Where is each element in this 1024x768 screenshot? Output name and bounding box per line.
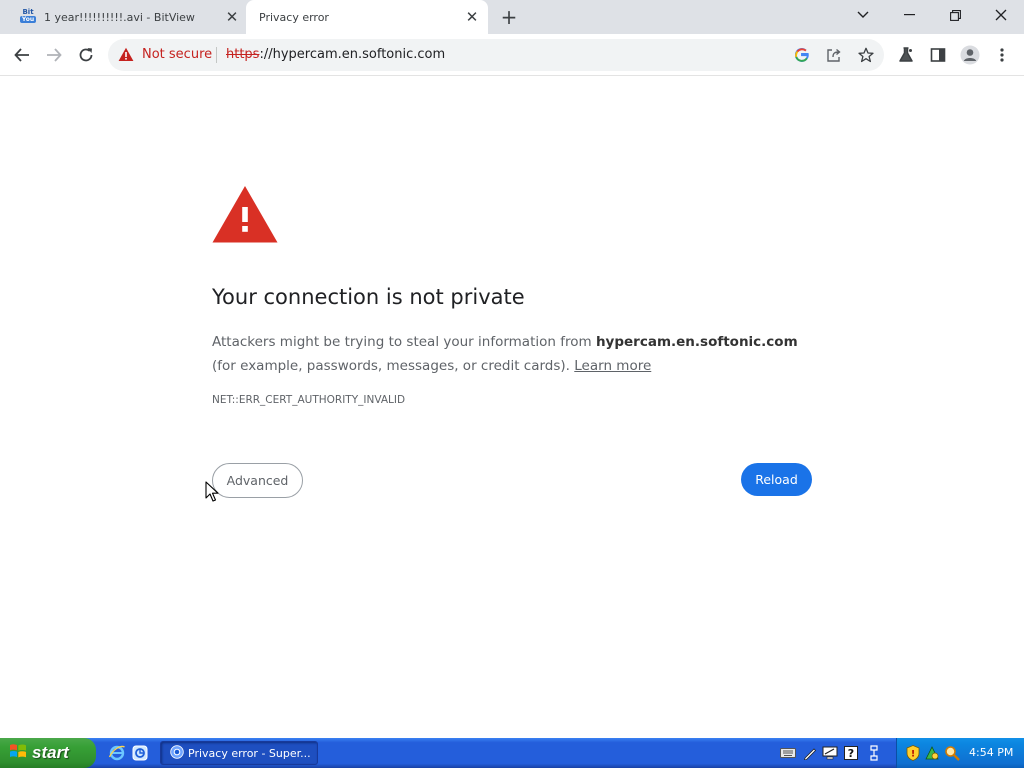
reload-icon[interactable] [72,41,100,69]
favicon-text: Bit [22,8,34,16]
learn-more-link[interactable]: Learn more [574,358,651,374]
error-description: Attackers might be trying to steal your … [212,330,812,378]
network-icon[interactable] [866,745,882,761]
security-shield-icon[interactable]: ! [905,745,921,761]
kebab-menu-icon[interactable] [991,44,1013,66]
help-icon[interactable]: ? [843,745,859,761]
favicon-badge: You [20,16,36,23]
close-icon[interactable]: ✕ [222,7,242,27]
page-title: Your connection is not private [212,285,525,309]
forward-button[interactable] [40,41,68,69]
url-host: ://hypercam.en.softonic.com [259,47,446,62]
start-label: start [32,743,69,762]
chrome-icon [170,744,184,762]
google-icon[interactable] [792,45,812,65]
browser-toolbar: Not secure https://hypercam.en.softonic.… [0,34,1024,76]
display-settings-icon[interactable] [822,745,838,761]
security-status-label[interactable]: Not secure [142,47,212,62]
tab-strip: Bit You 1 year!!!!!!!!!!.avi - BitView ✕… [0,0,1024,34]
antivirus-icon[interactable] [924,745,940,761]
share-icon[interactable] [824,45,844,65]
warning-icon[interactable] [118,47,134,66]
mouse-cursor-icon [205,481,219,507]
new-tab-button[interactable]: + [498,5,520,29]
star-icon[interactable] [856,45,876,65]
error-code: NET::ERR_CERT_AUTHORITY_INVALID [212,394,406,406]
start-button[interactable]: start [0,738,96,768]
svg-text:?: ? [848,747,854,760]
internet-explorer-icon[interactable] [108,744,126,762]
windows-logo-icon [9,742,27,764]
tab-bitview[interactable]: Bit You 1 year!!!!!!!!!!.avi - BitView ✕ [8,0,248,34]
labs-flask-icon[interactable] [895,44,917,66]
advanced-button[interactable]: Advanced [212,463,303,498]
url-scheme: https [226,47,260,62]
svg-text:!: ! [911,750,915,760]
close-window-button[interactable] [978,0,1024,30]
divider [216,47,217,63]
desc-prefix: Attackers might be trying to steal your … [212,334,596,350]
system-tray: ! 4:54 PM [896,738,1024,768]
tab-privacy-error[interactable]: Privacy error ✕ [246,0,488,34]
taskbar-item-chrome[interactable]: Privacy error - Super... [160,741,318,765]
bitview-favicon-icon: Bit You [20,9,36,25]
keyboard-icon[interactable] [780,745,796,761]
side-panel-icon[interactable] [927,44,949,66]
taskbar-item-label: Privacy error - Super... [188,746,311,760]
reload-button[interactable]: Reload [741,463,812,496]
search-icon[interactable] [944,745,960,761]
restore-button[interactable] [932,0,978,30]
minimize-button[interactable] [886,0,932,30]
media-player-icon[interactable] [131,744,149,762]
back-button[interactable] [8,41,36,69]
close-icon[interactable]: ✕ [462,7,482,27]
warning-icon [212,185,278,247]
chevron-down-icon[interactable] [840,0,886,30]
url-text[interactable]: https://hypercam.en.softonic.com [226,47,445,62]
pen-tool-icon[interactable] [802,745,818,761]
clock[interactable]: 4:54 PM [969,746,1013,759]
desc-suffix: (for example, passwords, messages, or cr… [212,358,575,374]
page-content: Your connection is not private Attackers… [0,77,1024,738]
screen: Bit You 1 year!!!!!!!!!!.avi - BitView ✕… [0,0,1024,768]
desc-host: hypercam.en.softonic.com [595,334,798,350]
taskbar: start Privacy error - Super... ? ! 4:54 … [0,738,1024,768]
address-bar[interactable]: Not secure https://hypercam.en.softonic.… [108,39,884,71]
profile-avatar-icon[interactable] [959,44,981,66]
tab-title: 1 year!!!!!!!!!!.avi - BitView [44,10,195,24]
tab-title: Privacy error [259,10,329,24]
